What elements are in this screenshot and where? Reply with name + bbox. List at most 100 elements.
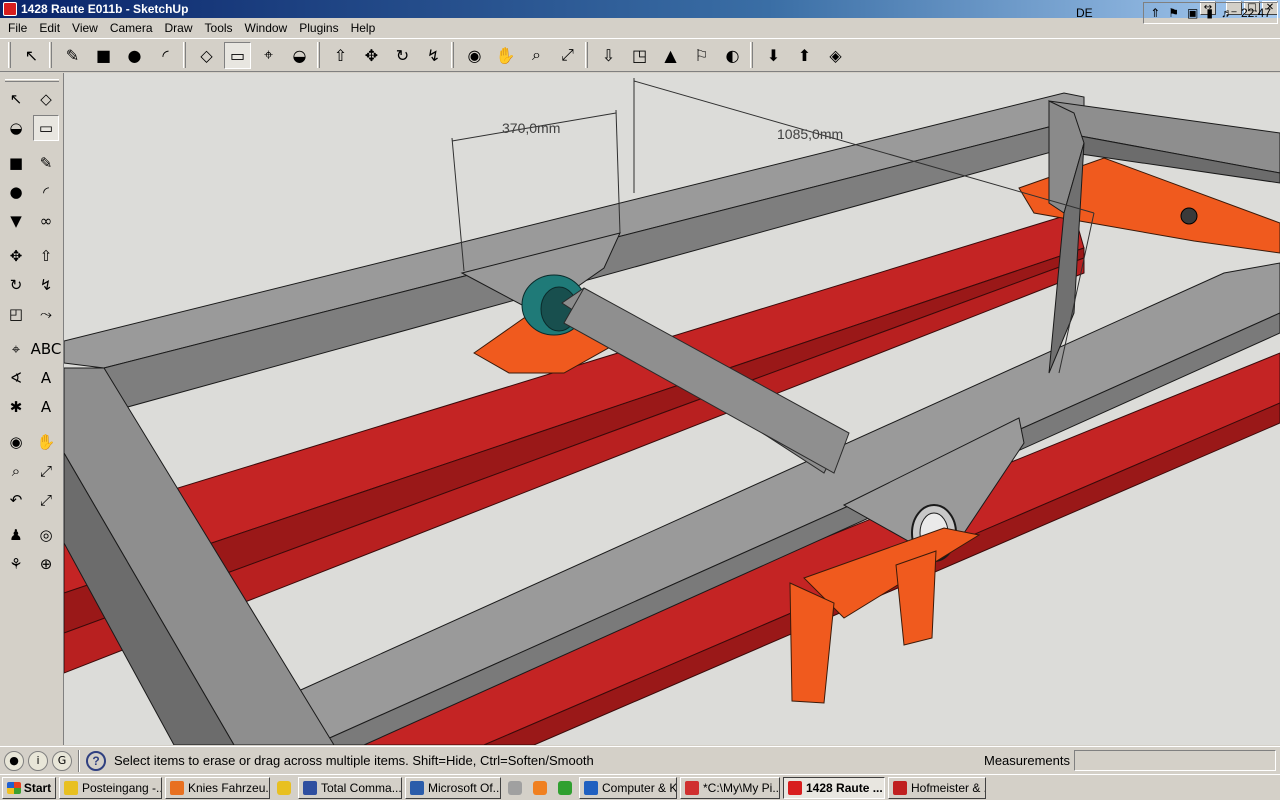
zoom-tool-button[interactable]: ⌕ [3, 458, 29, 484]
arc-tool-button[interactable]: ◜ [33, 179, 59, 205]
taskbar-button[interactable]: Microsoft Of... [405, 776, 501, 799]
tray-expand-icon[interactable]: ⇑ [1150, 6, 1160, 20]
pencil-tool-button[interactable]: ✎ [59, 42, 86, 69]
make-component-tool-button[interactable]: ◇ [193, 42, 220, 69]
menu-file[interactable]: File [2, 21, 33, 35]
menu-draw[interactable]: Draw [159, 21, 199, 35]
taskbar-button[interactable]: Computer & K... [579, 776, 677, 799]
menu-help[interactable]: Help [345, 21, 382, 35]
add-location-tool-button[interactable]: ⚐ [688, 42, 715, 69]
geo-location-icon[interactable]: ● [4, 750, 24, 771]
menu-tools[interactable]: Tools [199, 21, 239, 35]
line-tool-button[interactable]: ✎ [33, 150, 59, 176]
instructor-help-icon[interactable]: ? [86, 750, 106, 771]
circle-tool-button[interactable]: ● [121, 42, 148, 69]
pan-tool-button[interactable]: ✋ [33, 429, 59, 455]
google-signin-icon[interactable]: G [52, 750, 72, 771]
arc-tool-button[interactable]: ◜ [152, 42, 179, 69]
eraser-tool-button[interactable]: ▭ [33, 115, 59, 141]
taskbar-button[interactable]: Posteingang -... [59, 776, 162, 799]
zoom-extents-tool-button[interactable]: ⤢ [554, 42, 581, 69]
taskbar-button[interactable]: *C:\My\My Pi... [680, 776, 780, 799]
axes-tool-button[interactable]: ✱ [3, 394, 29, 420]
model-viewport[interactable]: 370,0mm 1085,0mm [64, 73, 1280, 745]
tape-measure-tool-button[interactable]: ⌖ [255, 42, 282, 69]
quick-launch-icon[interactable] [529, 777, 551, 799]
follow-me-tool-button[interactable]: ↯ [33, 272, 59, 298]
walk-tool-button[interactable]: ⚘ [3, 551, 29, 577]
offset-tool-button[interactable]: ⤳ [33, 301, 59, 327]
menu-edit[interactable]: Edit [33, 21, 66, 35]
sketchup-app-icon[interactable] [3, 2, 17, 16]
menu-plugins[interactable]: Plugins [293, 21, 344, 35]
tray-network-icon[interactable]: ▮ [1206, 6, 1213, 20]
scale-tool-button[interactable]: ◰ [3, 301, 29, 327]
look-around-tool-button[interactable]: ◎ [33, 522, 59, 548]
text-tool-button[interactable]: A [33, 365, 59, 391]
zoom-extents-tool-button[interactable]: ⤢ [33, 487, 59, 513]
start-button[interactable]: Start [2, 776, 56, 799]
quick-launch-icon[interactable] [504, 777, 526, 799]
menu-camera[interactable]: Camera [104, 21, 159, 35]
3d-text-tool-button[interactable]: A [33, 394, 59, 420]
section-plane-tool-button[interactable]: ⊕ [33, 551, 59, 577]
previous-view-tool-button[interactable]: ↶ [3, 487, 29, 513]
protractor-tool-button[interactable]: ∢ [3, 365, 29, 391]
measurements-input[interactable] [1074, 750, 1276, 771]
taskbar-button[interactable]: 1428 Raute ... [783, 776, 885, 799]
zoom-tool-button[interactable]: ⌕ [523, 42, 550, 69]
taskbar-button[interactable]: Knies Fahrzeu... [165, 776, 270, 799]
zoom-window-tool-button[interactable]: ⤢ [33, 458, 59, 484]
share-component-tool-button[interactable]: ⬆ [791, 42, 818, 69]
toolbar-separator [585, 42, 588, 68]
rotate-tool-button[interactable]: ↻ [389, 42, 416, 69]
taskbar-button[interactable]: Total Comma... [298, 776, 402, 799]
toggle-terrain-tool-button[interactable]: ◐ [719, 42, 746, 69]
tray-flag-icon[interactable]: ⚑ [1168, 6, 1179, 20]
follow-me-tool-button[interactable]: ↯ [420, 42, 447, 69]
google-earth-tool-button[interactable]: ▲ [657, 42, 684, 69]
credits-icon[interactable]: i [28, 750, 48, 771]
toolbar-separator [451, 42, 454, 68]
orbit-tool-button[interactable]: ◉ [461, 42, 488, 69]
share-model-tool-button[interactable]: ◳ [626, 42, 653, 69]
push-pull-tool-button[interactable]: ⇧ [33, 243, 59, 269]
rectangle-tool-button[interactable]: ■ [90, 42, 117, 69]
rectangle-tool-button[interactable]: ■ [3, 150, 29, 176]
move-tool-button[interactable]: ✥ [3, 243, 29, 269]
tape-measure-tool-button[interactable]: ⌖ [3, 336, 29, 362]
quick-launch-icon[interactable] [273, 777, 295, 799]
tray-volume-icon[interactable]: ♬ [1221, 6, 1233, 20]
window-title: 1428 Raute E011b - SketchUp [21, 2, 189, 16]
paint-bucket-tool-button[interactable]: ◒ [286, 42, 313, 69]
push-pull-tool-button[interactable]: ⇧ [327, 42, 354, 69]
orbit-tool-button[interactable]: ◉ [3, 429, 29, 455]
paint-bucket-tool-button[interactable]: ◒ [3, 115, 29, 141]
language-indicator[interactable]: DE [1076, 6, 1093, 20]
select-tool-button[interactable]: ↖ [18, 42, 45, 69]
circle-tool-button[interactable]: ● [3, 179, 29, 205]
menu-view[interactable]: View [66, 21, 104, 35]
rotate-tool-button[interactable]: ↻ [3, 272, 29, 298]
eraser-tool-button[interactable]: ▭ [224, 41, 251, 69]
get-components-tool-button[interactable]: ⬇ [760, 42, 787, 69]
make-component-tool-button[interactable]: ◇ [33, 86, 59, 112]
dimension-tool-button[interactable]: ABC [31, 336, 62, 362]
clock[interactable]: 22:47 [1241, 6, 1271, 20]
extension-tool-button[interactable]: ◈ [822, 42, 849, 69]
position-camera-tool-button[interactable]: ♟ [3, 522, 29, 548]
select-tool-button[interactable]: ↖ [3, 86, 29, 112]
dimension-label-370: 370,0mm [502, 120, 560, 136]
pan-tool-button[interactable]: ✋ [492, 42, 519, 69]
menu-window[interactable]: Window [239, 21, 294, 35]
system-tray: ⇑ ⚑ ▣ ▮ ♬ 22:47 [1143, 2, 1278, 24]
toolbar-grip[interactable] [5, 79, 59, 82]
move-tool-button[interactable]: ✥ [358, 42, 385, 69]
tray-app-icon[interactable]: ▣ [1187, 6, 1198, 20]
polygon-tool-button[interactable]: ▼ [3, 208, 29, 234]
taskbar-button[interactable]: Hofmeister & ... [888, 776, 986, 799]
toolbar-grip[interactable] [8, 42, 11, 68]
quick-launch-icon[interactable] [554, 777, 576, 799]
freehand-tool-button[interactable]: ∞ [33, 208, 59, 234]
get-models-tool-button[interactable]: ⇩ [595, 42, 622, 69]
